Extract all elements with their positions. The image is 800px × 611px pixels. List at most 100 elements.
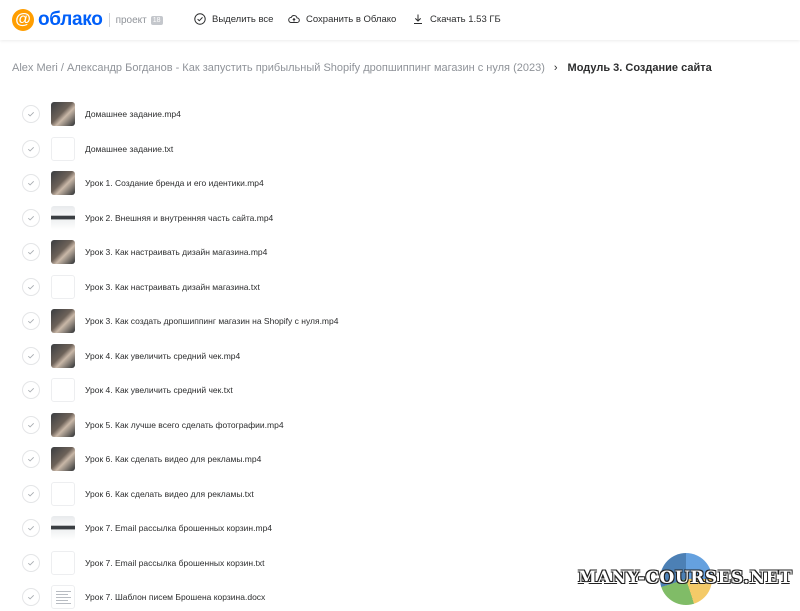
checkmark-icon: [27, 353, 35, 359]
document-icon[interactable]: [51, 585, 75, 610]
text-file-icon[interactable]: [51, 136, 75, 161]
document-line: [56, 597, 71, 599]
file-list: Домашнее задание.mp4 Домашнее задание.txt…: [0, 97, 800, 611]
file-name[interactable]: Домашнее задание.mp4: [85, 109, 181, 119]
file-row[interactable]: Урок 5. Как лучше всего сделать фотограф…: [0, 408, 800, 443]
checkmark-icon: [27, 491, 35, 497]
checkmark-icon: [27, 560, 35, 566]
file-name[interactable]: Урок 4. Как увеличить средний чек.txt: [85, 385, 233, 395]
file-row[interactable]: Урок 3. Как создать дропшиппинг магазин …: [0, 304, 800, 339]
document-line: [56, 591, 71, 593]
chevron-right-icon: ›: [553, 62, 558, 74]
file-row[interactable]: Урок 6. Как сделать видео для рекламы.tx…: [0, 477, 800, 512]
file-row[interactable]: Урок 2. Внешняя и внутренняя часть сайта…: [0, 201, 800, 236]
file-name[interactable]: Урок 7. Шаблон писем Брошена корзина.doc…: [85, 592, 265, 602]
select-checkbox[interactable]: [22, 312, 40, 331]
text-file-icon[interactable]: [51, 274, 75, 299]
select-checkbox[interactable]: [22, 346, 40, 365]
video-thumbnail[interactable]: [51, 309, 75, 334]
download-button[interactable]: Скачать 1.53 ГБ: [412, 13, 501, 25]
select-checkbox[interactable]: [22, 208, 40, 227]
check-circle-icon: [194, 13, 206, 25]
file-row[interactable]: Урок 3. Как настраивать дизайн магазина.…: [0, 235, 800, 270]
text-file-icon[interactable]: [51, 481, 75, 506]
video-thumbnail[interactable]: [51, 343, 75, 368]
file-name[interactable]: Урок 6. Как сделать видео для рекламы.tx…: [85, 489, 254, 499]
file-name[interactable]: Урок 6. Как сделать видео для рекламы.mp…: [85, 454, 261, 464]
document-line: [56, 594, 68, 596]
file-name[interactable]: Урок 7. Email рассылка брошенных корзин.…: [85, 558, 264, 568]
video-thumbnail[interactable]: [51, 171, 75, 196]
select-checkbox[interactable]: [22, 484, 40, 503]
checkmark-icon: [27, 112, 35, 117]
file-row[interactable]: Урок 6. Как сделать видео для рекламы.mp…: [0, 442, 800, 477]
project-label: проект: [115, 14, 147, 26]
checkmark-icon: [27, 181, 35, 186]
file-row[interactable]: Урок 4. Как увеличить средний чек.txt: [0, 373, 800, 408]
file-row[interactable]: Домашнее задание.txt: [0, 132, 800, 167]
file-row[interactable]: Урок 4. Как увеличить средний чек.mp4: [0, 339, 800, 374]
select-checkbox[interactable]: [22, 553, 40, 572]
breadcrumb-current: Модуль 3. Создание сайта: [567, 62, 712, 74]
select-checkbox[interactable]: [22, 415, 40, 434]
checkmark-icon: [27, 284, 35, 290]
cloud-upload-icon: [288, 15, 300, 23]
download-icon: [414, 14, 422, 24]
watermark-text: MANY-COURSES.NET: [578, 568, 793, 588]
video-thumbnail[interactable]: [51, 205, 75, 230]
video-thumbnail[interactable]: [51, 516, 75, 541]
select-checkbox[interactable]: [22, 174, 40, 193]
logo-text: облако: [38, 9, 103, 30]
checkmark-icon: [27, 595, 35, 600]
breadcrumb: Alex Meri / Александр Богданов - Как зап…: [12, 62, 712, 74]
file-name[interactable]: Урок 1. Создание бренда и его идентики.m…: [85, 178, 264, 188]
select-checkbox[interactable]: [22, 243, 40, 262]
file-name[interactable]: Урок 2. Внешняя и внутренняя часть сайта…: [85, 213, 273, 223]
checkmark-icon: [27, 422, 35, 428]
video-thumbnail[interactable]: [51, 102, 75, 127]
select-checkbox[interactable]: [22, 588, 40, 607]
file-row[interactable]: Урок 1. Создание бренда и его идентики.m…: [0, 166, 800, 201]
logo-at-icon: @: [12, 9, 34, 31]
checkmark-icon: [27, 146, 35, 152]
project-badge: 18: [150, 15, 163, 25]
select-checkbox[interactable]: [22, 450, 40, 469]
file-name[interactable]: Домашнее задание.txt: [85, 144, 173, 154]
select-checkbox[interactable]: [22, 105, 40, 124]
file-name[interactable]: Урок 7. Email рассылка брошенных корзин.…: [85, 523, 272, 533]
file-row[interactable]: Домашнее задание.mp4: [0, 97, 800, 132]
select-all-label: Выделить все: [212, 13, 274, 25]
select-checkbox[interactable]: [22, 519, 40, 538]
select-checkbox[interactable]: [22, 139, 40, 158]
text-file-icon[interactable]: [51, 378, 75, 403]
top-bar: @ облако проект 18 Выделить все Сохранит…: [0, 0, 800, 40]
file-row[interactable]: Урок 3. Как настраивать дизайн магазина.…: [0, 270, 800, 305]
text-file-icon[interactable]: [51, 550, 75, 575]
checkmark-icon: [27, 388, 35, 393]
document-line: [56, 603, 71, 605]
document-line: [56, 600, 68, 602]
select-all-button[interactable]: Выделить все: [194, 13, 273, 25]
file-row[interactable]: Урок 7. Email рассылка брошенных корзин.…: [0, 511, 800, 546]
video-thumbnail[interactable]: [51, 447, 75, 472]
download-label: Скачать 1.53 ГБ: [430, 13, 501, 25]
checkmark-icon: [27, 526, 35, 531]
checkmark-icon: [27, 457, 35, 462]
file-name[interactable]: Урок 4. Как увеличить средний чек.mp4: [85, 351, 240, 361]
select-checkbox[interactable]: [22, 381, 40, 400]
checkmark-icon: [27, 250, 35, 255]
checkmark-icon: [27, 215, 35, 221]
checkmark-icon: [27, 319, 35, 324]
video-thumbnail[interactable]: [51, 412, 75, 437]
logo-divider: [108, 13, 110, 27]
watermark: MANY-COURSES.NET: [578, 553, 792, 605]
cloud-logo[interactable]: @ облако проект 18: [12, 9, 163, 31]
select-checkbox[interactable]: [22, 277, 40, 296]
video-thumbnail[interactable]: [51, 240, 75, 265]
file-name[interactable]: Урок 3. Как создать дропшиппинг магазин …: [85, 316, 338, 326]
breadcrumb-parent-link[interactable]: Alex Meri / Александр Богданов - Как зап…: [12, 62, 545, 74]
save-to-cloud-button[interactable]: Сохранить в Облако: [288, 13, 396, 25]
file-name[interactable]: Урок 5. Как лучше всего сделать фотограф…: [85, 420, 284, 430]
file-name[interactable]: Урок 3. Как настраивать дизайн магазина.…: [85, 282, 260, 292]
file-name[interactable]: Урок 3. Как настраивать дизайн магазина.…: [85, 247, 267, 257]
